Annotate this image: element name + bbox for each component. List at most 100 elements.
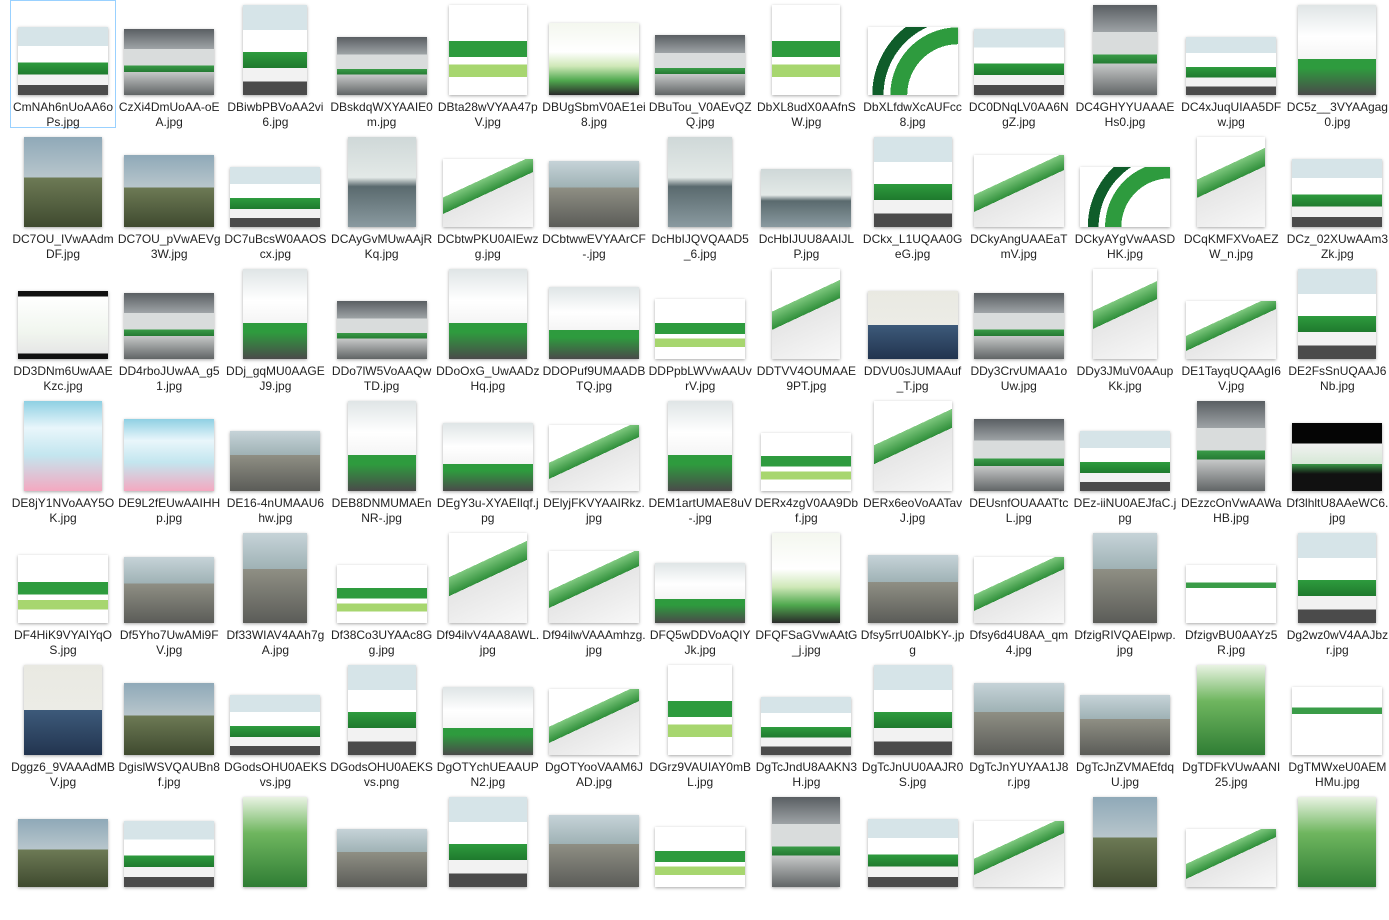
station-thumbnail[interactable] xyxy=(761,433,852,491)
file-item[interactable]: DcHbIJQVQAAD5_6.jpg xyxy=(647,132,753,261)
file-item[interactable]: DfzigRIVQAEIpwp.jpg xyxy=(1072,528,1178,657)
stripe-thumbnail[interactable] xyxy=(668,665,733,755)
file-item[interactable]: DcHbIJUU8AAIJLP.jpg xyxy=(753,132,859,261)
file-item[interactable]: DE1TayqUQAAgI6V.jpg xyxy=(1178,264,1284,393)
sign-thumbnail[interactable] xyxy=(1186,565,1277,623)
file-item[interactable]: DC5z__3VYAAgag0.jpg xyxy=(1284,0,1389,129)
file-item[interactable]: DGodsOHU0AEKSvs.png xyxy=(329,660,435,789)
file-item[interactable]: DEUsnfOUAAATtcL.jpg xyxy=(966,396,1072,525)
box-thumbnail[interactable] xyxy=(442,159,533,227)
truck-thumbnail[interactable] xyxy=(347,401,416,491)
file-item[interactable]: DDo7lW5VoAAQwTD.jpg xyxy=(329,264,435,393)
file-item[interactable]: CmNAh6nUoAA6oPs.jpg xyxy=(10,0,116,129)
file-item[interactable]: DERx6eoVoAATavJ.jpg xyxy=(860,396,966,525)
mirror-thumbnail[interactable] xyxy=(230,431,321,491)
box-thumbnail[interactable] xyxy=(1197,137,1266,227)
box-thumbnail[interactable] xyxy=(873,401,952,491)
phone-thumbnail[interactable] xyxy=(18,291,108,359)
file-item[interactable]: DgTcJnUU0AAJR0S.jpg xyxy=(860,660,966,789)
file-item[interactable]: DEz-iiNU0AEJfaC.jpg xyxy=(1072,396,1178,525)
file-item[interactable]: DEB8DNMUMAEnNR-.jpg xyxy=(329,396,435,525)
street-thumbnail[interactable] xyxy=(243,533,308,623)
file-item[interactable] xyxy=(116,792,222,920)
file-item[interactable]: DC7OU_IVwAAdmDF.jpg xyxy=(10,132,116,261)
sea-thumbnail[interactable] xyxy=(668,137,733,227)
mirror-thumbnail[interactable] xyxy=(973,683,1064,755)
file-item[interactable]: DE8jY1NVoAAY5OK.jpg xyxy=(10,396,116,525)
file-item[interactable]: DCkx_L1UQAA0GeG.jpg xyxy=(860,132,966,261)
photo-thumbnail[interactable] xyxy=(24,137,102,227)
bus-thumbnail[interactable] xyxy=(761,697,852,755)
box-thumbnail[interactable] xyxy=(549,425,639,491)
file-item[interactable]: Df5Yho7UwAMi9FV.jpg xyxy=(116,528,222,657)
file-item[interactable] xyxy=(647,792,753,920)
file-item[interactable]: DD4rboJUwAA_g51.jpg xyxy=(116,264,222,393)
file-item[interactable]: DEgY3u-XYAEIlqf.jpg xyxy=(435,396,541,525)
file-item[interactable]: Df94ilvV4AA8AWL.jpg xyxy=(435,528,541,657)
file-item[interactable]: DDy3CrvUMAA1oUw.jpg xyxy=(966,264,1072,393)
train-thumbnail[interactable] xyxy=(124,29,215,95)
file-item[interactable]: DCkyAYgVwAASDHK.jpg xyxy=(1072,132,1178,261)
train-thumbnail[interactable] xyxy=(336,301,427,359)
train-thumbnail[interactable] xyxy=(1197,401,1266,491)
file-item[interactable]: DCbtwwEVYAArCF-.jpg xyxy=(541,132,647,261)
card-thumbnail[interactable] xyxy=(124,419,215,491)
bus-thumbnail[interactable] xyxy=(124,821,215,887)
file-item[interactable]: DFQ5wDDVoAQIYJk.jpg xyxy=(647,528,753,657)
arc-thumbnail[interactable] xyxy=(867,27,958,95)
file-item[interactable]: DBiwbPBVoAA2vi6.jpg xyxy=(222,0,328,129)
shoe-thumbnail[interactable] xyxy=(1292,423,1383,491)
person-thumbnail[interactable] xyxy=(24,665,102,755)
street-thumbnail[interactable] xyxy=(1093,533,1157,623)
arc-thumbnail[interactable] xyxy=(1080,167,1170,227)
file-item[interactable] xyxy=(753,792,859,920)
card-thumbnail[interactable] xyxy=(24,401,102,491)
file-item[interactable]: DFQFSaGVwAAtG_j.jpg xyxy=(753,528,859,657)
file-item[interactable]: DGrz9VAUIAY0mBL.jpg xyxy=(647,660,753,789)
green-thumbnail[interactable] xyxy=(243,797,308,887)
file-item[interactable]: DDPpbLWVwAAUvrV.jpg xyxy=(647,264,753,393)
file-item[interactable]: DgTcJnZVMAEfdqU.jpg xyxy=(1072,660,1178,789)
box-thumbnail[interactable] xyxy=(1186,301,1277,359)
box-thumbnail[interactable] xyxy=(448,533,527,623)
file-item[interactable]: CzXi4DmUoAA-oEA.jpg xyxy=(116,0,222,129)
file-item[interactable]: Df33WIAV4AAh7gA.jpg xyxy=(222,528,328,657)
file-item[interactable]: DBuTou_V0AEvQZQ.jpg xyxy=(647,0,753,129)
file-item[interactable]: DERx4zgV0AA9Dbf.jpg xyxy=(753,396,859,525)
file-item[interactable]: DDOPuf9UMAADBTQ.jpg xyxy=(541,264,647,393)
file-item[interactable] xyxy=(1072,792,1178,920)
truck-thumbnail[interactable] xyxy=(448,269,527,359)
bus-thumbnail[interactable] xyxy=(18,27,108,95)
train-thumbnail[interactable] xyxy=(336,37,427,95)
stripe-thumbnail[interactable] xyxy=(772,5,841,95)
table-thumbnail[interactable] xyxy=(448,5,527,95)
file-item[interactable]: DCbtwPKU0AIEwzg.jpg xyxy=(435,132,541,261)
anime-thumbnail[interactable] xyxy=(772,533,841,623)
file-item[interactable]: DCAyGvMUwAAjRKq.jpg xyxy=(329,132,435,261)
street-thumbnail[interactable] xyxy=(867,555,958,623)
file-item[interactable]: Df94ilwVAAAmhzg.jpg xyxy=(541,528,647,657)
sea-thumbnail[interactable] xyxy=(761,169,852,227)
file-item[interactable]: DC0DNqLV0AA6NgZ.jpg xyxy=(966,0,1072,129)
file-item[interactable]: DElyjFKVYAAIRkz.jpg xyxy=(541,396,647,525)
file-item[interactable]: DgOTYchUEAAUPN2.jpg xyxy=(435,660,541,789)
bus-thumbnail[interactable] xyxy=(448,797,527,887)
file-item[interactable]: DC7OU_pVwAEVg3W.jpg xyxy=(116,132,222,261)
file-item[interactable]: DDj_gqMU0AAGEJ9.jpg xyxy=(222,264,328,393)
box-thumbnail[interactable] xyxy=(973,155,1064,227)
box-thumbnail[interactable] xyxy=(973,821,1064,887)
bus-thumbnail[interactable] xyxy=(347,665,416,755)
door-thumbnail[interactable] xyxy=(655,299,746,359)
bus-thumbnail[interactable] xyxy=(230,695,321,755)
file-item[interactable]: DBUgSbmV0AE1ei8.jpg xyxy=(541,0,647,129)
street-thumbnail[interactable] xyxy=(549,815,639,887)
street-thumbnail[interactable] xyxy=(124,557,215,623)
file-item[interactable] xyxy=(10,792,116,920)
truck-thumbnail[interactable] xyxy=(549,287,639,359)
truck-thumbnail[interactable] xyxy=(668,401,733,491)
bus-thumbnail[interactable] xyxy=(1080,431,1170,491)
photo-thumbnail[interactable] xyxy=(124,155,215,227)
bus-thumbnail[interactable] xyxy=(1186,37,1277,95)
bus-thumbnail[interactable] xyxy=(873,665,952,755)
bus-thumbnail[interactable] xyxy=(243,5,308,95)
